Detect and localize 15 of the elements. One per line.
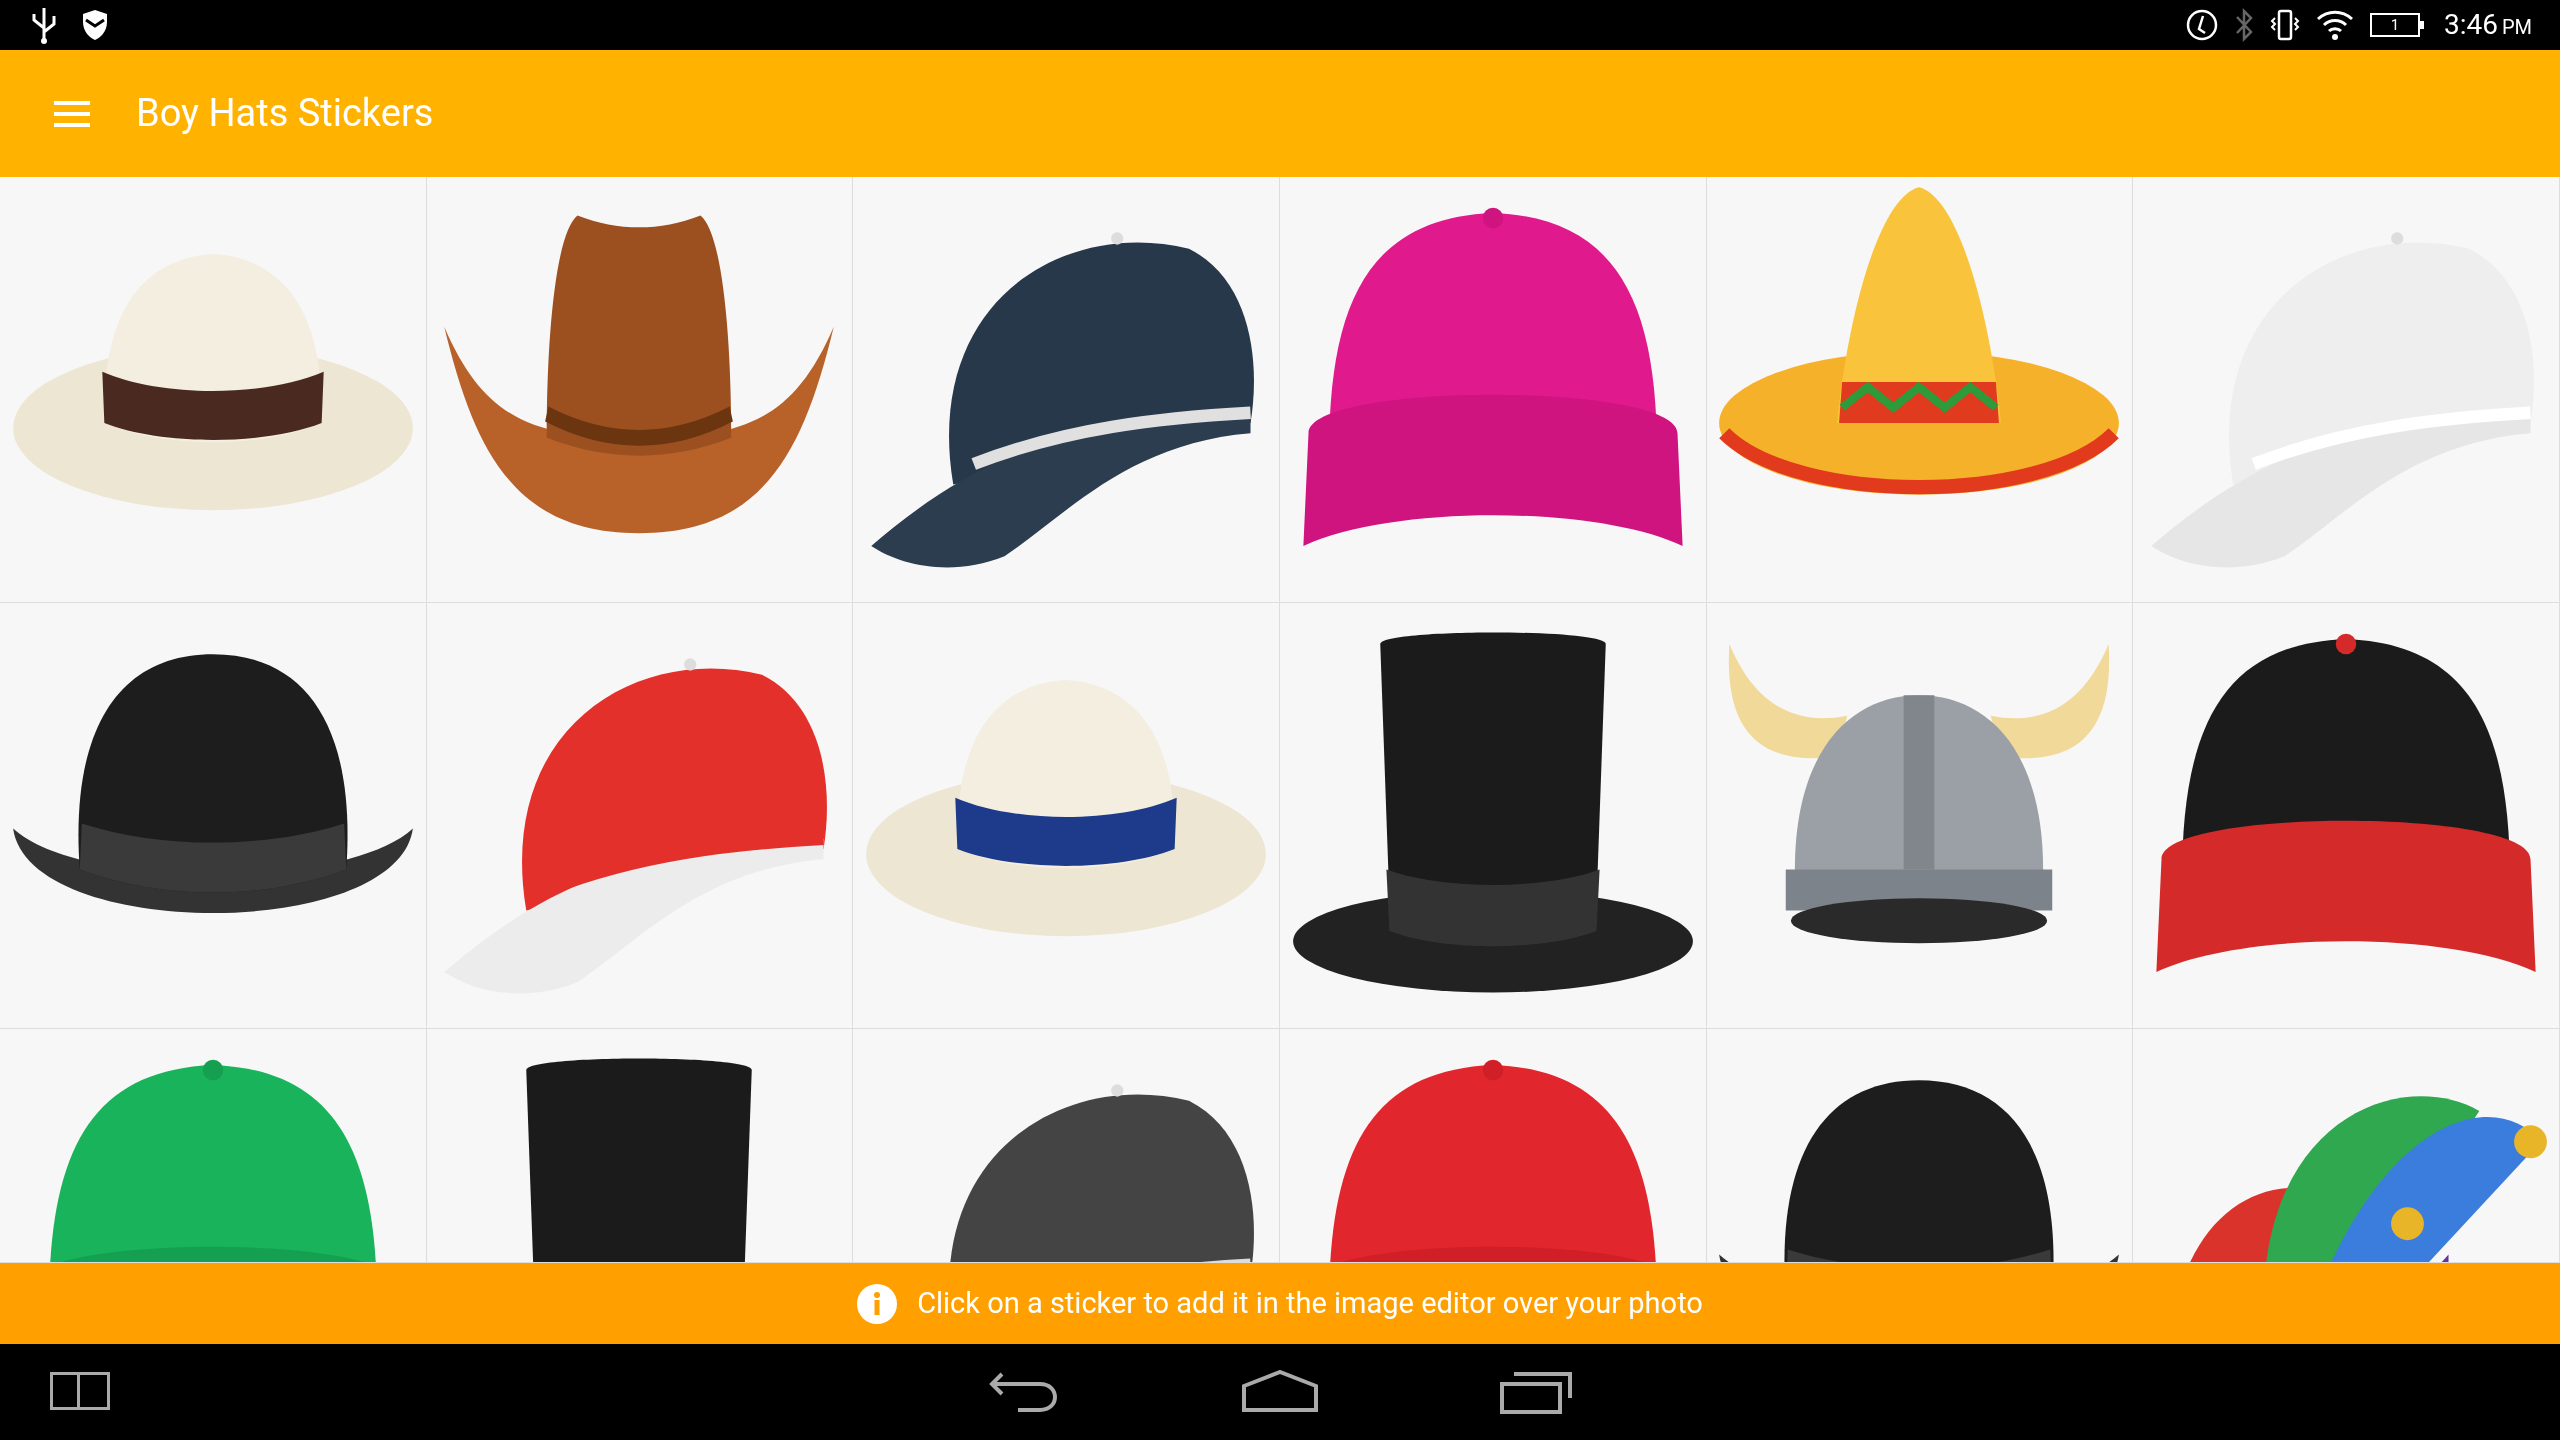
info-icon bbox=[857, 1283, 898, 1324]
info-text: Click on a sticker to add it in the image editor over your photo bbox=[917, 1284, 1703, 1322]
back-icon[interactable] bbox=[988, 1370, 1060, 1414]
home-icon[interactable] bbox=[1242, 1370, 1318, 1414]
app-title: Boy Hats Stickers bbox=[136, 90, 434, 137]
wifi-icon bbox=[2315, 9, 2354, 41]
clock-suffix: PM bbox=[2501, 14, 2532, 41]
battery-level-text: 1 bbox=[2390, 17, 2400, 33]
split-screen-icon[interactable] bbox=[50, 1372, 110, 1410]
bluetooth-icon bbox=[2233, 8, 2254, 42]
recent-apps-icon[interactable] bbox=[1500, 1370, 1572, 1414]
alarm-icon bbox=[2185, 9, 2218, 41]
shield-icon bbox=[82, 10, 108, 40]
clock-time: 3:46 bbox=[2443, 7, 2498, 43]
vibrate-icon bbox=[2269, 8, 2300, 42]
